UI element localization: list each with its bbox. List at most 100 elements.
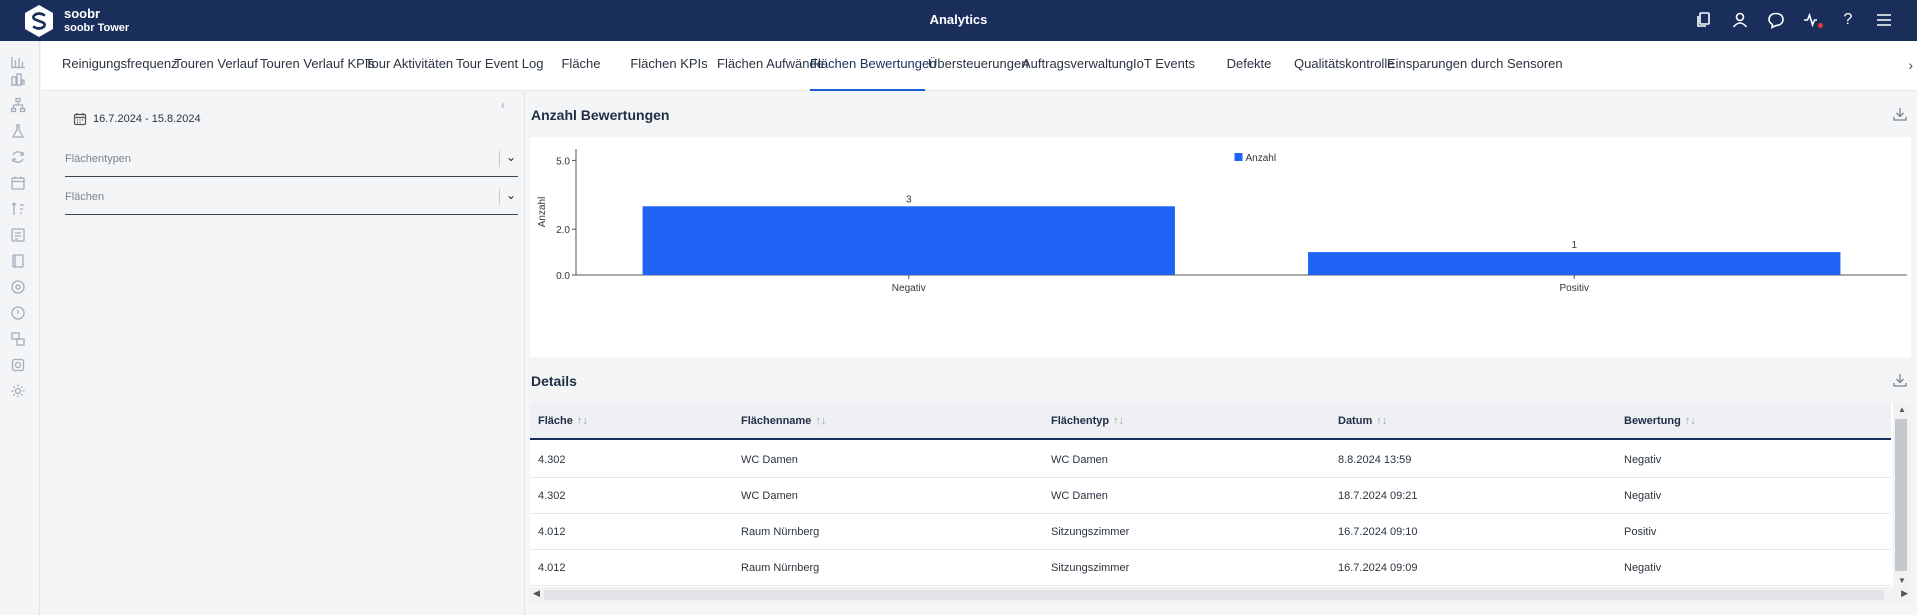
calendar-icon — [73, 113, 87, 126]
sort-icon[interactable]: ↑↓ — [1113, 415, 1124, 427]
scroll-up-icon[interactable]: ▲ — [1898, 405, 1906, 414]
x-tick-label: Positiv — [1560, 283, 1589, 294]
date-range-picker[interactable]: 16.7.2024 - 15.8.2024 — [73, 112, 201, 126]
bar-negativ — [642, 206, 1175, 275]
tab-flaeche[interactable]: Fläche — [541, 41, 621, 91]
scroll-right-icon[interactable]: ▶ — [1901, 588, 1908, 599]
soobr-logo-icon — [25, 5, 53, 37]
column-header-flaechentyp[interactable]: Flächentyp ↑↓ — [1051, 415, 1124, 427]
bar-chart-icon[interactable] — [10, 53, 28, 71]
area-types-placeholder: Flächentypen — [65, 153, 132, 165]
user-icon[interactable] — [1729, 9, 1751, 31]
cell-bewertung: Negativ — [1624, 562, 1662, 574]
collapse-panel-icon[interactable]: ‹ — [501, 98, 505, 112]
chevron-down-icon[interactable]: ⌄ — [506, 150, 516, 164]
legend-label: Anzahl — [1246, 153, 1277, 164]
chart-title: Anzahl Bewertungen — [531, 107, 670, 123]
tab-defekte[interactable]: Defekte — [1209, 41, 1289, 91]
hierarchy-icon[interactable] — [10, 97, 28, 115]
page-title: Analytics — [929, 12, 988, 27]
sort-icon[interactable]: ↑↓ — [815, 415, 826, 427]
cell-bewertung: Negativ — [1624, 454, 1662, 466]
column-header-flaechenname[interactable]: Flächenname ↑↓ — [741, 415, 826, 427]
main-content: Anzahl Bewertungen 5.0 2.0 0.0 Anzahl 3 Negat… — [526, 92, 1917, 615]
settings-cog-icon[interactable] — [10, 357, 28, 375]
refresh-icon[interactable] — [10, 149, 28, 167]
checklist-icon[interactable] — [10, 227, 28, 245]
scroll-left-icon[interactable]: ◀ — [533, 588, 540, 599]
sort-icon[interactable]: ↑↓ — [1376, 415, 1387, 427]
download-icon[interactable] — [1892, 372, 1908, 388]
copy-icon[interactable] — [1693, 9, 1715, 31]
data-label: 1 — [1571, 240, 1577, 251]
brand-subtitle: soobr Tower — [64, 22, 130, 34]
chevron-down-icon[interactable]: ⌄ — [506, 188, 516, 202]
tab-qualitaetskontrolle[interactable]: Qualitätskontrolle — [1294, 41, 1394, 91]
help-icon[interactable]: ? — [1837, 9, 1859, 31]
table-row[interactable]: 4.012 Raum Nürnberg Sitzungszimmer 16.7.… — [530, 514, 1891, 550]
column-header-bewertung[interactable]: Bewertung ↑↓ — [1624, 415, 1696, 427]
devices-icon[interactable] — [10, 331, 28, 349]
tab-touren-verlauf-kpis[interactable]: Touren Verlauf KPIs — [260, 41, 375, 91]
sort-icon[interactable]: ↑↓ — [577, 415, 588, 427]
warning-icon[interactable] — [10, 305, 28, 323]
gauge-icon[interactable] — [10, 279, 28, 297]
cell-bewertung: Positiv — [1624, 526, 1657, 538]
areas-placeholder: Flächen — [65, 191, 105, 203]
tab-iot-events[interactable]: IoT Events — [1124, 41, 1204, 91]
vertical-scrollbar[interactable]: ▲ ▼ — [1893, 403, 1911, 587]
tabs-next-icon[interactable]: › — [1908, 57, 1913, 73]
tab-einsparungen-durch-sensoren[interactable]: Einsparungen durch Sensoren — [1387, 41, 1563, 91]
brand[interactable]: soobr soobr Tower — [22, 3, 129, 39]
y-tick-label: 5.0 — [556, 156, 570, 167]
cell-flaechentyp: Sitzungszimmer — [1051, 562, 1130, 574]
cell-flaeche: 4.012 — [538, 526, 566, 538]
sort-icon[interactable] — [10, 201, 28, 219]
brand-name: soobr — [64, 6, 101, 21]
scroll-down-icon[interactable]: ▼ — [1898, 576, 1906, 585]
tab-tour-event-log[interactable]: Tour Event Log — [456, 41, 543, 91]
book-icon[interactable] — [10, 253, 28, 271]
building-chart-icon[interactable] — [10, 71, 28, 89]
cell-flaeche: 4.302 — [538, 454, 566, 466]
tab-touren-verlauf[interactable]: Touren Verlauf — [174, 41, 258, 91]
tab-flaechen-bewertungen[interactable]: Flächen Bewertungen — [810, 41, 936, 91]
table-row[interactable]: 4.302 WC Damen WC Damen 8.8.2024 13:59 N… — [530, 442, 1891, 478]
column-header-flaeche[interactable]: Fläche ↑↓ — [538, 415, 588, 427]
cell-datum: 16.7.2024 09:09 — [1338, 562, 1418, 574]
tab-uebersteuerungen[interactable]: Übersteuerungen — [928, 41, 1028, 91]
data-label: 3 — [906, 194, 912, 205]
column-header-datum[interactable]: Datum ↑↓ — [1338, 415, 1387, 427]
gear-icon[interactable] — [10, 383, 28, 401]
chat-icon[interactable] — [1765, 9, 1787, 31]
cell-flaechentyp: WC Damen — [1051, 490, 1108, 502]
cell-flaechenname: Raum Nürnberg — [741, 562, 820, 574]
y-axis-label: Anzahl — [537, 197, 548, 228]
tab-auftragsverwaltung[interactable]: Auftragsverwaltung — [1022, 41, 1133, 91]
calendar-cycle-icon[interactable] — [10, 175, 28, 193]
menu-icon[interactable] — [1873, 9, 1895, 31]
tab-reinigungsfrequenz[interactable]: Reinigungsfrequenz — [62, 41, 178, 91]
flask-icon[interactable] — [10, 123, 28, 141]
table-row[interactable]: 4.012 Raum Nürnberg Sitzungszimmer 16.7.… — [530, 550, 1891, 586]
cell-flaeche: 4.302 — [538, 490, 566, 502]
cell-flaeche: 4.012 — [538, 562, 566, 574]
table-row[interactable]: 4.302 WC Damen WC Damen 18.7.2024 09:21 … — [530, 478, 1891, 514]
horizontal-scrollbar[interactable]: ◀ ▶ — [530, 587, 1911, 603]
tab-flaechen-aufwaende[interactable]: Flächen Aufwände — [717, 41, 824, 91]
sort-icon[interactable]: ↑↓ — [1685, 415, 1696, 427]
scrollbar-thumb[interactable] — [544, 590, 1884, 600]
scrollbar-thumb[interactable] — [1895, 419, 1907, 571]
details-title: Details — [531, 373, 577, 389]
cell-flaechenname: Raum Nürnberg — [741, 526, 820, 538]
tab-flaechen-kpis[interactable]: Flächen KPIs — [627, 41, 711, 91]
activity-icon[interactable] — [1801, 9, 1823, 31]
download-icon[interactable] — [1892, 106, 1908, 122]
x-tick-label: Negativ — [892, 283, 926, 294]
cell-datum: 18.7.2024 09:21 — [1338, 490, 1418, 502]
cell-datum: 8.8.2024 13:59 — [1338, 454, 1412, 466]
tab-tour-aktivitaeten[interactable]: Tour Aktivitäten — [365, 41, 453, 91]
area-types-select[interactable]: Flächentypen ⌄ — [65, 147, 518, 177]
details-table: Fläche ↑↓ Flächenname ↑↓ Flächentyp ↑↓ Datu… — [530, 403, 1911, 587]
areas-select[interactable]: Flächen ⌄ — [65, 185, 518, 215]
